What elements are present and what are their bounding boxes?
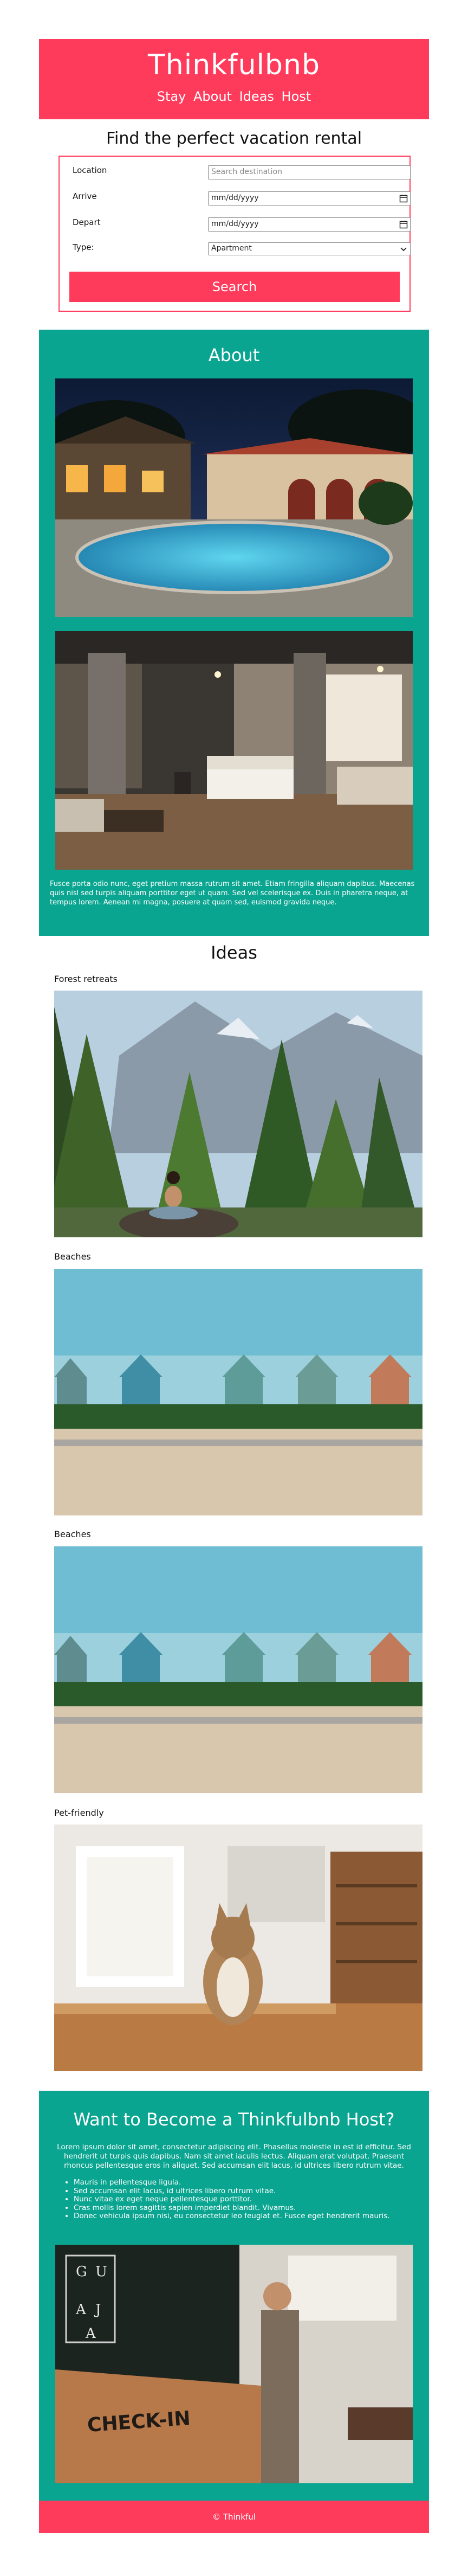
depart-label: Depart [73, 217, 101, 227]
list-item: Nunc vitae ex eget neque pellentesque po… [74, 2195, 426, 2204]
about-title: About [208, 345, 260, 365]
location-label: Location [73, 165, 107, 175]
list-item: Cras mollis lorem sagittis sapien imperd… [74, 2204, 426, 2213]
location-row: Location Search destination [68, 164, 411, 181]
type-label: Type: [73, 242, 94, 252]
main-nav: Stay About Ideas Host [39, 89, 429, 104]
search-form: Location Search destination Arrive mm/dd… [58, 156, 411, 312]
villa-pool-photo [55, 378, 413, 617]
list-item: Sed accumsan elit lacus, id ultrices lib… [74, 2187, 426, 2196]
nav-link-about[interactable]: About [193, 89, 232, 104]
search-button[interactable]: Search [69, 272, 400, 302]
arrive-date-value: mm/dd/yyyy [211, 194, 259, 202]
ideas-title: Ideas [211, 942, 257, 963]
depart-date-input[interactable]: mm/dd/yyyy [208, 217, 411, 232]
idea-caption: Beaches [54, 1251, 91, 1262]
pet-friendly-photo[interactable] [54, 1825, 422, 2071]
sign-letter: U [95, 2264, 107, 2280]
sign-letter: A [85, 2326, 96, 2342]
loft-bedroom-photo [55, 631, 413, 870]
calendar-icon[interactable] [399, 194, 408, 203]
host-title: Want to Become a Thinkfulbnb Host? [73, 2109, 395, 2130]
check-in-desk-photo: G U A J A CHECK-IN [55, 2245, 413, 2483]
depart-date-value: mm/dd/yyyy [211, 220, 259, 228]
chevron-down-icon [400, 247, 407, 252]
type-select-value: Apartment [211, 244, 252, 253]
about-section: About Fusce porta odio nunc, eget pretiu… [39, 330, 429, 936]
site-footer: © Thinkful [39, 2501, 429, 2533]
sign-letter: G [76, 2264, 87, 2280]
location-input[interactable]: Search destination [208, 165, 411, 179]
idea-caption: Forest retreats [54, 974, 118, 984]
calendar-icon[interactable] [399, 220, 408, 229]
forest-retreat-photo[interactable] [54, 991, 422, 1237]
depart-row: Depart mm/dd/yyyy [68, 216, 411, 233]
list-item: Mauris in pellentesque ligula. [74, 2178, 426, 2187]
nav-link-ideas[interactable]: Ideas [239, 89, 274, 104]
nav-link-stay[interactable]: Stay [157, 89, 186, 104]
page: Thinkfulbnb Stay About Ideas Host Find t… [0, 0, 468, 2576]
arrive-date-input[interactable]: mm/dd/yyyy [208, 191, 411, 205]
host-benefits-list: Mauris in pellentesque ligula. Sed accum… [61, 2178, 426, 2221]
sign-letter: A [75, 2302, 87, 2318]
list-item: Donec vehicula ipsum nisi, eu consectetu… [74, 2212, 426, 2221]
arrive-label: Arrive [73, 191, 97, 201]
beach-houses-photo[interactable] [54, 1269, 422, 1515]
arrive-row: Arrive mm/dd/yyyy [68, 190, 411, 207]
sign-letter: J [94, 2302, 101, 2318]
search-title: Find the perfect vacation rental [106, 129, 362, 148]
about-text: Fusce porta odio nunc, eget pretium mass… [50, 880, 415, 907]
brand-logo[interactable]: Thinkfulbnb [39, 49, 429, 81]
type-select[interactable]: Apartment [208, 242, 411, 255]
site-header: Thinkfulbnb Stay About Ideas Host [39, 39, 429, 119]
nav-link-host[interactable]: Host [282, 89, 311, 104]
host-text: Lorem ipsum dolor sit amet, consectetur … [57, 2143, 411, 2170]
idea-caption: Beaches [54, 1529, 91, 1539]
idea-caption: Pet-friendly [54, 1808, 104, 1818]
beach-houses-photo[interactable] [54, 1546, 422, 1793]
host-section: Want to Become a Thinkfulbnb Host? Lorem… [39, 2091, 429, 2501]
type-row: Type: Apartment [68, 241, 411, 258]
